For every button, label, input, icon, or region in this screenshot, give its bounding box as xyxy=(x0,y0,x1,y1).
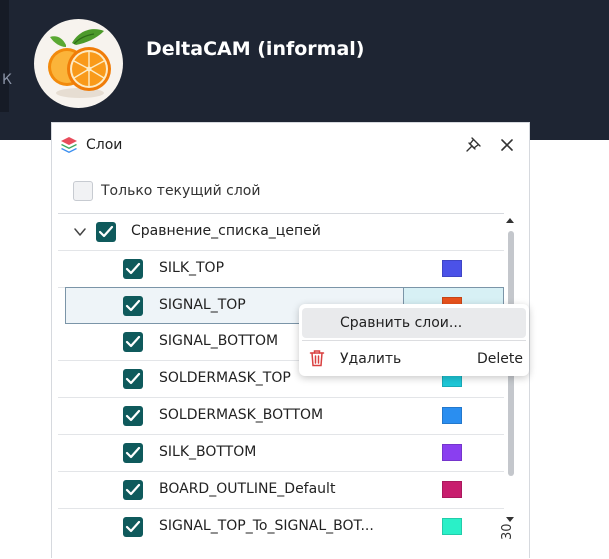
app-title: DeltaCAM (informal) xyxy=(146,38,365,60)
left-edge-strip: К xyxy=(0,0,12,112)
only-current-layer-toggle[interactable]: Только текущий слой xyxy=(73,181,333,203)
layer-label: SILK_BOTTOM xyxy=(159,444,257,460)
edge-char: К xyxy=(2,72,12,88)
layer-color-swatch[interactable] xyxy=(442,260,462,277)
compare-layers-label: Сравнить слои... xyxy=(340,315,463,331)
layer-checkbox[interactable] xyxy=(123,480,143,500)
delete-label: Удалить xyxy=(340,351,402,367)
layer-row[interactable]: SILK_BOTTOM xyxy=(58,435,504,472)
scroll-up-icon[interactable] xyxy=(505,216,515,224)
group-checkbox[interactable] xyxy=(96,222,116,242)
layer-row[interactable]: SILK_TOP xyxy=(58,251,504,288)
layer-row[interactable]: SIGNAL_TOP_To_SIGNAL_BOT... xyxy=(58,509,504,546)
layer-label: SIGNAL_TOP xyxy=(159,297,246,313)
checkmark-icon xyxy=(125,335,141,348)
layer-color-swatch[interactable] xyxy=(442,444,462,461)
checkmark-icon xyxy=(125,520,141,533)
layer-label: SIGNAL_BOTTOM xyxy=(159,333,279,349)
checkmark-icon xyxy=(125,446,141,459)
layer-label: SIGNAL_TOP_To_SIGNAL_BOT... xyxy=(159,518,374,534)
layer-label: SOLDERMASK_BOTTOM xyxy=(159,407,324,423)
layer-label: SOLDERMASK_TOP xyxy=(159,370,291,386)
layer-group-row[interactable]: Сравнение_списка_цепей xyxy=(58,214,504,251)
only-current-label: Только текущий слой xyxy=(101,183,261,199)
menu-item-delete[interactable]: Удалить Delete xyxy=(302,344,526,374)
group-label: Сравнение_списка_цепей xyxy=(131,223,321,239)
only-current-checkbox[interactable] xyxy=(73,181,93,201)
checkmark-icon xyxy=(125,483,141,496)
layer-tree: Сравнение_списка_цепей SILK_TOP SIGNAL_T… xyxy=(58,213,504,559)
checkmark-icon xyxy=(98,225,114,238)
layer-checkbox[interactable] xyxy=(123,517,143,537)
layer-checkbox[interactable] xyxy=(123,296,143,316)
layer-checkbox[interactable] xyxy=(123,259,143,279)
close-icon[interactable] xyxy=(498,136,516,154)
panel-title: Слои xyxy=(86,137,123,153)
menu-item-compare-layers[interactable]: Сравнить слои... xyxy=(302,308,526,338)
layer-checkbox[interactable] xyxy=(123,369,143,389)
layer-checkbox[interactable] xyxy=(123,406,143,426)
layer-checkbox[interactable] xyxy=(123,332,143,352)
delete-shortcut: Delete xyxy=(477,351,523,367)
layer-label: SILK_TOP xyxy=(159,260,225,276)
layer-color-swatch[interactable] xyxy=(442,407,462,424)
corner-number: 30 xyxy=(500,523,515,540)
pin-icon[interactable] xyxy=(464,136,482,154)
layer-color-swatch[interactable] xyxy=(442,518,462,535)
app-header: К DeltaCAM (informal) xyxy=(0,0,609,140)
layers-icon xyxy=(61,137,77,153)
tree-scrollbar[interactable] xyxy=(504,213,518,559)
menu-divider xyxy=(302,340,526,341)
orange-logo-icon xyxy=(48,29,111,98)
trash-icon xyxy=(309,350,325,367)
layer-row[interactable]: SOLDERMASK_BOTTOM xyxy=(58,398,504,435)
checkmark-icon xyxy=(125,372,141,385)
avatar[interactable] xyxy=(34,19,123,108)
layer-label: BOARD_OUTLINE_Default xyxy=(159,481,336,497)
checkmark-icon xyxy=(125,409,141,422)
checkmark-icon xyxy=(125,262,141,275)
panel-header: Слои xyxy=(52,123,529,168)
layer-checkbox[interactable] xyxy=(123,443,143,463)
layer-row[interactable]: BOARD_OUTLINE_Default xyxy=(58,472,504,509)
layer-color-swatch[interactable] xyxy=(442,481,462,498)
context-menu: Сравнить слои... Удалить Delete xyxy=(299,304,529,376)
checkmark-icon xyxy=(125,299,141,312)
chevron-down-icon[interactable] xyxy=(73,225,87,239)
